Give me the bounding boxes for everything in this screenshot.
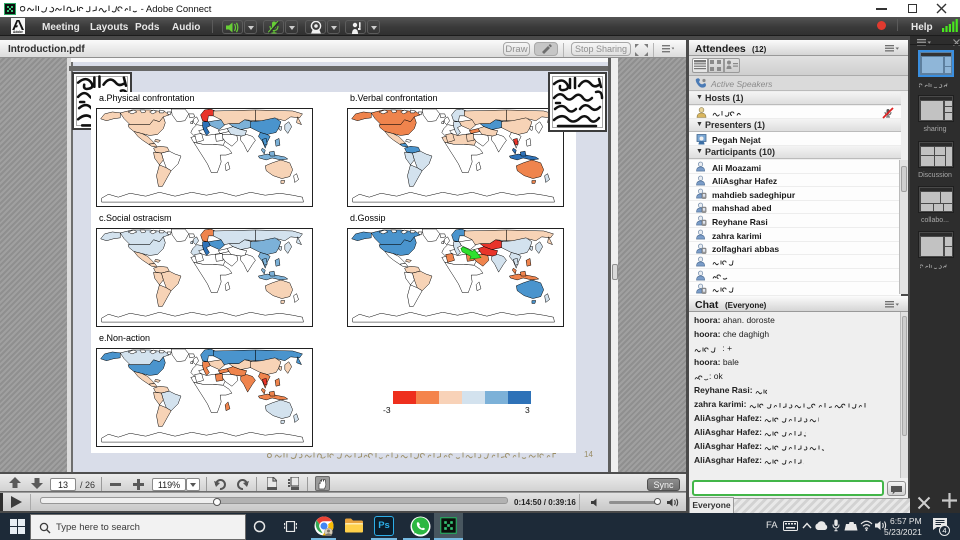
svg-text:Adobe: Adobe — [13, 30, 23, 34]
